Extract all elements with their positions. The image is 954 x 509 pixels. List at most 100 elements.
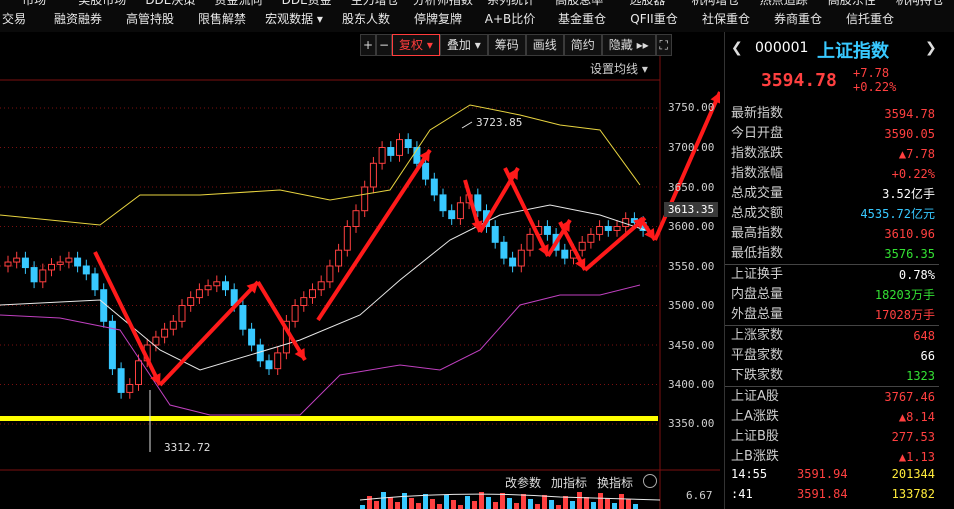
nav-top-item-12[interactable]: 高股东性: [818, 0, 886, 8]
diejia-label: 叠加: [446, 38, 471, 52]
candle-body: [39, 269, 47, 283]
zoom-in-button[interactable]: +: [360, 34, 376, 56]
nav-bottom-item-10[interactable]: 社保重仓: [690, 11, 762, 27]
add-indicator-button[interactable]: 加指标: [551, 474, 587, 491]
tick-row: 14:55 3591.94 201344: [725, 464, 939, 484]
change-value: +7.78: [853, 66, 890, 80]
nav-top-item-0[interactable]: 市场: [0, 0, 68, 8]
candle-body: [126, 384, 134, 393]
change-indicator-button[interactable]: 换指标: [597, 474, 633, 491]
nav-top-item-4[interactable]: DDE资金: [273, 0, 341, 8]
volume-bar: [556, 505, 561, 509]
modify-params-button[interactable]: 改参数: [505, 474, 541, 491]
diejia-button[interactable]: 叠加 ▾: [439, 34, 488, 56]
price-change: +7.78 +0.22%: [853, 66, 896, 94]
quote-row-value: 3594.78: [884, 107, 935, 121]
nav-top-item-6[interactable]: 分析师指数: [409, 0, 477, 8]
candle-body: [326, 265, 334, 283]
candle-body: [604, 226, 612, 231]
quote-row-label: 指数涨跌: [731, 146, 784, 161]
nav-top-item-7[interactable]: 系列统计: [477, 0, 545, 8]
nav-bottom-item-3[interactable]: 限售解禁: [186, 11, 258, 27]
candle-body: [117, 368, 125, 393]
candle-body: [248, 328, 256, 346]
candle-body: [300, 297, 308, 307]
candle-body: [396, 139, 403, 156]
prev-stock-icon[interactable]: ❮: [731, 40, 743, 56]
quote-row-value: ▲7.78: [898, 147, 935, 161]
candle-body: [491, 226, 499, 243]
huaxian-button[interactable]: 画线: [525, 34, 564, 56]
y-tick-label: 3500.00: [668, 299, 715, 312]
candle-body: [543, 226, 551, 235]
nav-top-item-5[interactable]: 主力增仓: [341, 0, 409, 8]
kline-chart[interactable]: [0, 56, 720, 509]
volume-bar: [402, 493, 407, 509]
candle-body: [352, 210, 360, 227]
volume-bar: [619, 494, 624, 509]
nav-bottom-item-4[interactable]: 宏观数据 ▾: [258, 11, 330, 27]
candle-body: [178, 305, 186, 322]
volume-bar: [388, 497, 393, 509]
nav-top-item-2[interactable]: DDE决策: [136, 0, 204, 8]
candle-body: [222, 281, 229, 291]
quote-row: 最新指数 3594.78: [725, 104, 939, 124]
volume-bar: [535, 504, 540, 509]
quote-row-label: 最高指数: [731, 226, 784, 241]
nav-bottom-item-11[interactable]: 券商重仓: [762, 11, 834, 27]
quote-row-label: 上A涨跌: [731, 409, 779, 424]
nav-top-item-8[interactable]: 高股息率: [545, 0, 613, 8]
candle-body: [213, 281, 221, 287]
quote-row-value: +0.22%: [891, 167, 935, 181]
chouma-button[interactable]: 筹码: [487, 34, 526, 56]
nav-top-item-10[interactable]: 机构增仓: [681, 0, 749, 8]
quote-row: 总成交额 4535.72亿元: [725, 204, 939, 224]
yincang-button[interactable]: 隐藏 ▸▸: [601, 34, 656, 56]
nav-bottom-item-2[interactable]: 高管持股: [114, 11, 186, 27]
candle-body: [65, 257, 73, 263]
nav-top-item-13[interactable]: 机构持仓: [886, 0, 954, 8]
nav-top-item-9[interactable]: 选股器: [613, 0, 681, 8]
volume-bar: [507, 498, 512, 509]
fuquan-button[interactable]: 复权 ▾: [392, 34, 440, 56]
expand-icon[interactable]: ⛶: [655, 34, 672, 56]
nav-bottom-item-5[interactable]: 股东人数: [330, 11, 402, 27]
y-tick-label: 3650.00: [668, 181, 715, 194]
nav-bottom-item-9[interactable]: QFII重仓: [618, 11, 690, 27]
nav-bottom-item-0[interactable]: 交易: [0, 11, 42, 27]
support-line: [0, 416, 658, 421]
zoom-out-button[interactable]: −: [376, 34, 392, 56]
volume-bar: [444, 495, 449, 509]
candle-body: [474, 194, 482, 212]
trend-arrow: [653, 91, 720, 241]
y-tick-label: 3350.00: [668, 417, 715, 430]
candle-body: [4, 261, 12, 267]
quote-row-label: 上涨家数: [731, 328, 784, 343]
settings-circle-icon[interactable]: [643, 474, 658, 488]
quote-row-label: 今日开盘: [731, 126, 784, 141]
volume-bar: [542, 495, 547, 509]
nav-bottom-item-7[interactable]: A+B比价: [474, 11, 546, 27]
volume-bar: [528, 499, 533, 509]
next-stock-icon[interactable]: ❯: [925, 40, 937, 56]
nav-bottom-item-12[interactable]: 信托重仓: [834, 11, 906, 27]
nav-bottom-item-6[interactable]: 停牌复牌: [402, 11, 474, 27]
quote-row-label: 最新指数: [731, 106, 784, 121]
nav-bottom-item-8[interactable]: 基金重仓: [546, 11, 618, 27]
nav-top-item-3[interactable]: 资金流向: [204, 0, 272, 8]
stock-code: 000001: [755, 40, 809, 56]
last-price: 3594.78: [761, 70, 837, 91]
nav-top-item-11[interactable]: 热点追踪: [750, 0, 818, 8]
candle-body: [439, 194, 447, 212]
quote-row-value: 3576.35: [884, 247, 935, 261]
jianyue-button[interactable]: 简约: [563, 34, 602, 56]
quote-row-value: ▲8.14: [898, 410, 935, 424]
volume-bar: [360, 505, 365, 509]
candle-body: [343, 226, 351, 251]
candle-body: [91, 273, 99, 291]
nav-bottom-item-1[interactable]: 融资融券: [42, 11, 114, 27]
volume-bar: [395, 502, 400, 509]
nav-top-item-1[interactable]: 美股市场: [68, 0, 136, 8]
quote-fields: 最新指数 3594.78 今日开盘 3590.05 指数涨跌 ▲7.78 指数涨幅 +0.22…: [725, 104, 939, 467]
volume-bar: [612, 503, 617, 509]
